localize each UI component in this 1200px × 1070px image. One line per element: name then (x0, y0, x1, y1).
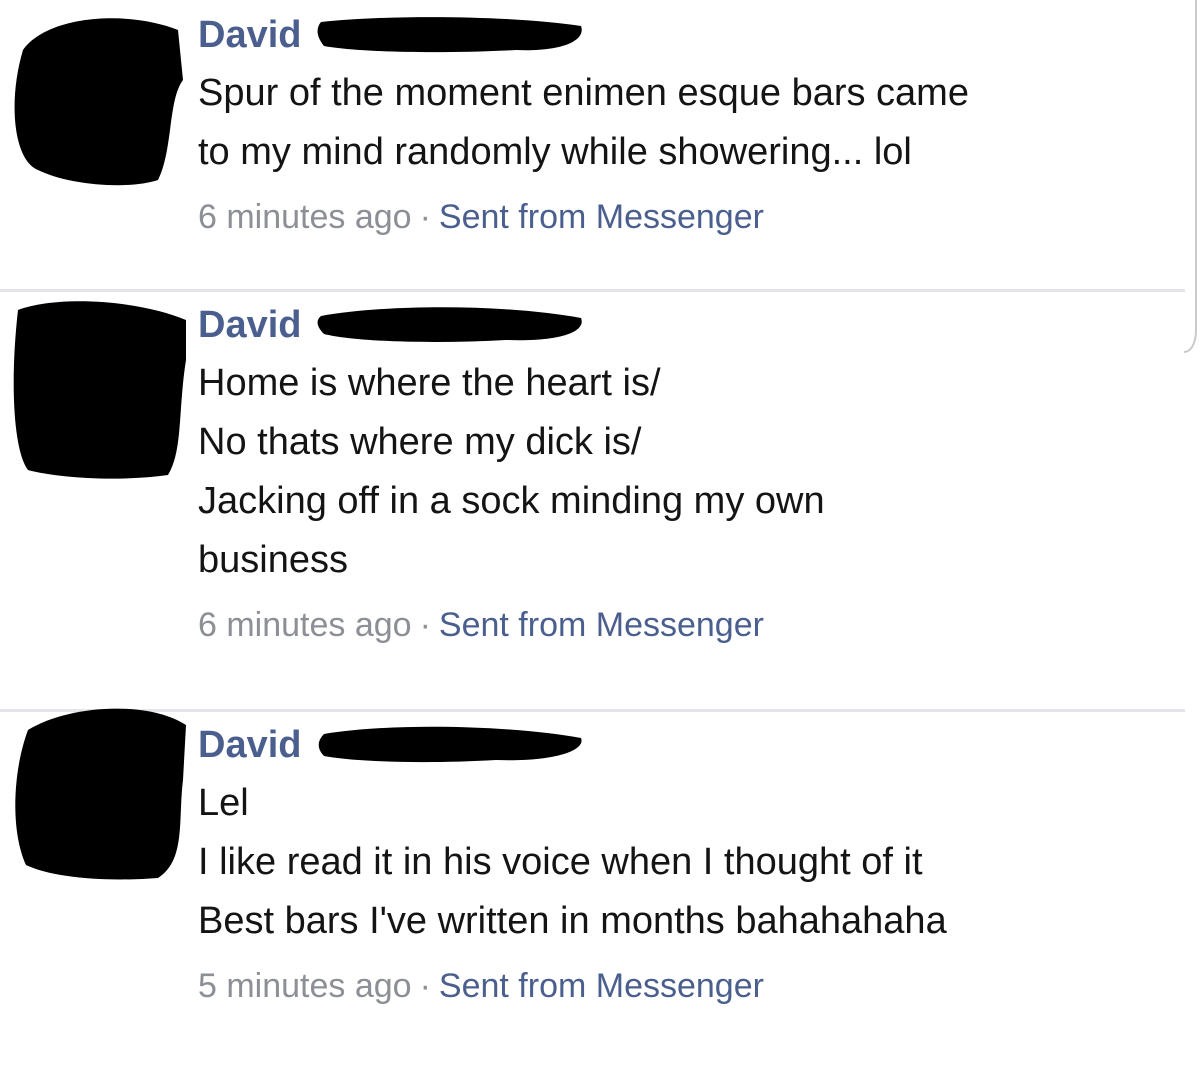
message-meta: 6 minutes ago · Sent from Messenger (198, 194, 1165, 240)
sent-from-messenger-link[interactable]: Sent from Messenger (439, 967, 764, 1005)
author-row: David (198, 10, 1165, 60)
message-line: Jacking off in a sock minding my own (198, 480, 825, 522)
message-thread: David Spur of the moment enimen esque ba… (0, 0, 1200, 1070)
message-content: David Home is where the heart is/ No tha… (198, 300, 1165, 648)
redacted-avatar-icon[interactable] (8, 700, 188, 880)
message-meta: 6 minutes ago · Sent from Messenger (198, 602, 1165, 648)
message-line: to my mind randomly while showering... l… (198, 131, 912, 173)
author-name[interactable]: David (198, 300, 301, 350)
message-line: business (198, 539, 348, 581)
meta-separator: · (419, 198, 431, 236)
message-content: David Spur of the moment enimen esque ba… (198, 10, 1165, 240)
sent-from-messenger-link[interactable]: Sent from Messenger (439, 606, 764, 644)
message-content: David Lel I like read it in his voice wh… (198, 720, 1165, 1009)
author-row: David (198, 300, 1165, 350)
message-line: I like read it in his voice when I thoug… (198, 841, 923, 883)
author-name[interactable]: David (198, 10, 301, 60)
scroll-edge[interactable] (1182, 0, 1200, 1070)
timestamp: 5 minutes ago (198, 967, 412, 1005)
redaction-scribble-icon (316, 14, 586, 54)
message-body: Lel I like read it in his voice when I t… (198, 774, 1165, 951)
redaction-scribble-icon (316, 304, 586, 344)
message-body: Home is where the heart is/ No thats whe… (198, 354, 1165, 590)
message-line: Best bars I've written in months bahahah… (198, 900, 947, 942)
redacted-avatar-icon[interactable] (8, 300, 188, 480)
message-meta: 5 minutes ago · Sent from Messenger (198, 963, 1165, 1009)
author-row: David (198, 720, 1165, 770)
message-line: Home is where the heart is/ (198, 362, 661, 404)
redacted-avatar-icon[interactable] (8, 10, 188, 190)
redaction-scribble-icon (316, 724, 586, 764)
meta-separator: · (419, 606, 431, 644)
timestamp: 6 minutes ago (198, 606, 412, 644)
message-body: Spur of the moment enimen esque bars cam… (198, 64, 1165, 182)
message-line: Spur of the moment enimen esque bars cam… (198, 72, 969, 114)
sent-from-messenger-link[interactable]: Sent from Messenger (439, 198, 764, 236)
message-line: Lel (198, 782, 249, 824)
message-line: No thats where my dick is/ (198, 421, 642, 463)
timestamp: 6 minutes ago (198, 198, 412, 236)
author-name[interactable]: David (198, 720, 301, 770)
meta-separator: · (419, 967, 431, 1005)
divider (0, 289, 1185, 292)
